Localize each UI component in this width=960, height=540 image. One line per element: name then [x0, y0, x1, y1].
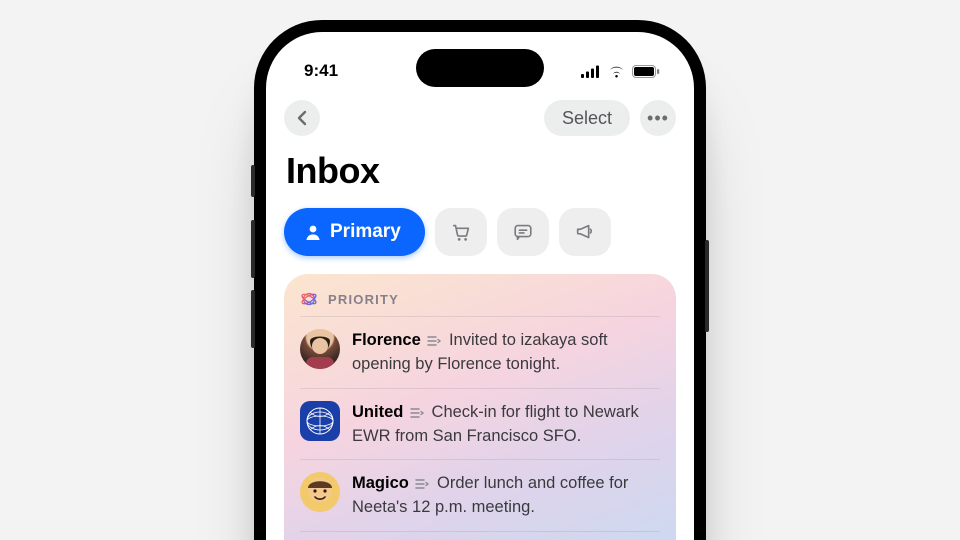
- sender-name: United: [352, 403, 403, 421]
- priority-section: PRIORITY Florence Invited to izakaya sof…: [284, 274, 676, 540]
- sender-name: Magico: [352, 474, 409, 492]
- avatar: [300, 472, 340, 512]
- tab-transactions[interactable]: [435, 208, 487, 256]
- side-button-volume-up: [251, 220, 255, 278]
- select-button[interactable]: Select: [544, 100, 630, 136]
- avatar: [300, 401, 340, 441]
- cart-icon: [450, 221, 472, 243]
- person-icon: [304, 223, 322, 241]
- phone-screen: 9:41: [266, 32, 694, 540]
- chevron-left-icon: [296, 110, 308, 126]
- apple-intelligence-icon: [300, 290, 318, 308]
- nav-bar: Select •••: [284, 96, 676, 140]
- summary-icon: [415, 474, 429, 496]
- status-time: 9:41: [304, 61, 338, 81]
- category-tabs: Primary: [284, 208, 676, 256]
- side-button-silent: [251, 165, 255, 197]
- priority-item-text: Magico Order lunch and coffee for Neeta'…: [352, 472, 660, 519]
- megaphone-icon: [574, 221, 596, 243]
- priority-label: PRIORITY: [328, 292, 399, 307]
- tab-primary-label: Primary: [330, 221, 401, 243]
- cellular-icon: [581, 65, 601, 78]
- back-button[interactable]: [284, 100, 320, 136]
- priority-item[interactable]: Katie Contract for Michael Robinson's bo…: [300, 531, 660, 540]
- priority-item[interactable]: Florence Invited to izakaya soft opening…: [300, 316, 660, 388]
- tab-primary[interactable]: Primary: [284, 208, 425, 256]
- more-button[interactable]: •••: [640, 100, 676, 136]
- sender-name: Florence: [352, 331, 421, 349]
- wifi-icon: [607, 65, 626, 78]
- tab-promotions[interactable]: [559, 208, 611, 256]
- dynamic-island: [416, 49, 544, 87]
- priority-item-text: Florence Invited to izakaya soft opening…: [352, 329, 660, 376]
- screenshot-stage: 9:41: [0, 0, 960, 540]
- tab-updates[interactable]: [497, 208, 549, 256]
- page-title: Inbox: [286, 150, 676, 192]
- summary-icon: [410, 403, 424, 425]
- phone-frame: 9:41: [254, 20, 706, 540]
- ellipsis-icon: •••: [647, 109, 669, 127]
- side-button-power: [705, 240, 709, 332]
- summary-icon: [427, 331, 441, 353]
- priority-item[interactable]: Magico Order lunch and coffee for Neeta'…: [300, 459, 660, 531]
- avatar: [300, 329, 340, 369]
- side-button-volume-down: [251, 290, 255, 348]
- priority-item-text: United Check-in for flight to Newark EWR…: [352, 401, 660, 448]
- priority-item[interactable]: United Check-in for flight to Newark EWR…: [300, 388, 660, 460]
- select-label: Select: [562, 108, 612, 129]
- message-icon: [512, 221, 534, 243]
- battery-icon: [632, 65, 660, 78]
